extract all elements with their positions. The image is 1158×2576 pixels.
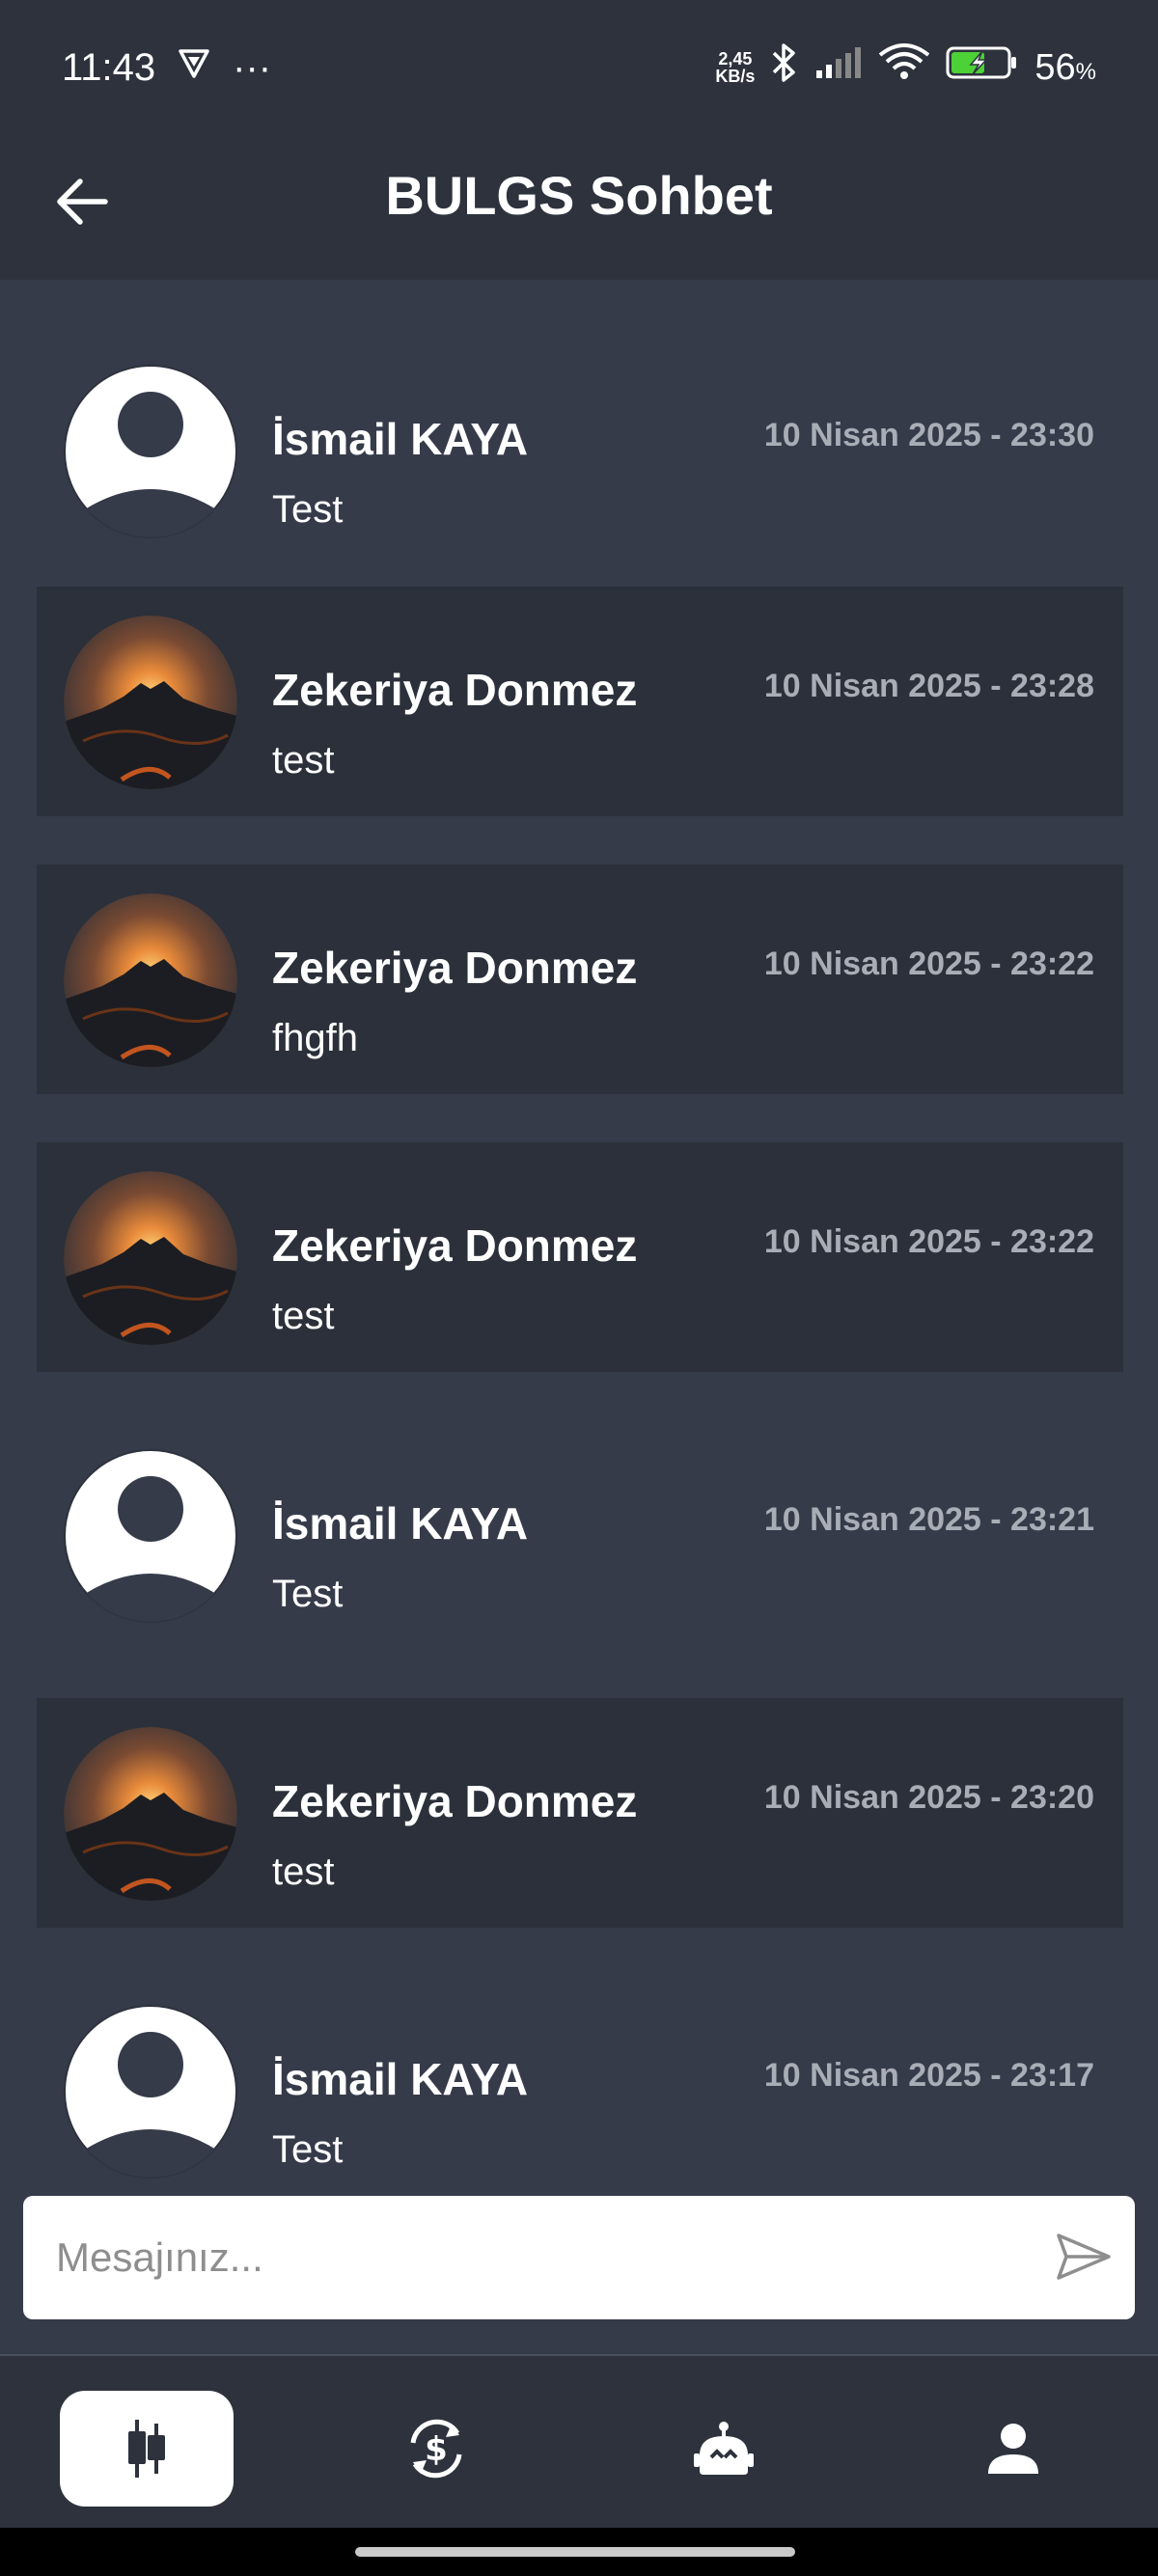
avatar[interactable] (64, 1171, 237, 1345)
net-speed: 2,45 KB/s (715, 50, 755, 85)
send-button[interactable] (1052, 2225, 1116, 2288)
message-composer (23, 2196, 1135, 2319)
message-timestamp: 10 Nisan 2025 - 23:17 (763, 2057, 1094, 2094)
app-header: BULGS Sohbet (0, 135, 1158, 280)
message-text: test (272, 739, 335, 781)
sender-name: İsmail KAYA (272, 1498, 529, 1548)
avatar[interactable] (64, 2005, 237, 2179)
avatar[interactable] (64, 616, 237, 789)
net-speed-value: 2,45 (718, 49, 753, 69)
battery-percent-unit: % (1075, 58, 1096, 85)
message-item[interactable]: Zekeriya Donmez 10 Nisan 2025 - 23:20 test (37, 1698, 1123, 1928)
send-icon (1057, 2233, 1111, 2280)
net-speed-unit: KB/s (715, 67, 756, 86)
avatar[interactable] (64, 1727, 237, 1901)
message-text: Test (272, 488, 344, 531)
avatar[interactable] (64, 1449, 237, 1623)
sender-name: Zekeriya Donmez (272, 943, 638, 993)
page-title: BULGS Sohbet (385, 165, 773, 226)
person-icon (988, 2424, 1038, 2474)
nav-currency-exchange[interactable]: $ (349, 2391, 523, 2507)
message-timestamp: 10 Nisan 2025 - 23:20 (763, 1779, 1094, 1816)
message-text: Test (272, 2128, 344, 2171)
svg-text:$: $ (425, 2430, 448, 2469)
bottom-navigation: $ (0, 2354, 1158, 2528)
message-item[interactable]: Zekeriya Donmez 10 Nisan 2025 - 23:28 test (37, 587, 1123, 816)
message-timestamp: 10 Nisan 2025 - 23:22 (763, 1223, 1094, 1260)
message-text: fhgfh (272, 1017, 358, 1059)
status-left: 11:43 ··· (62, 45, 271, 90)
sender-name: İsmail KAYA (272, 2054, 529, 2104)
gesture-handle[interactable] (355, 2547, 795, 2557)
nav-candlestick-chart[interactable] (60, 2391, 234, 2507)
battery-icon (946, 45, 1019, 90)
cell-signal-icon (814, 45, 863, 90)
sender-name: Zekeriya Donmez (272, 1776, 638, 1826)
status-more: ··· (233, 45, 272, 89)
message-timestamp: 10 Nisan 2025 - 23:22 (763, 945, 1094, 982)
battery-percent-value: 56 (1034, 46, 1076, 88)
nav-robot[interactable] (637, 2391, 811, 2507)
message-text: test (272, 1295, 335, 1337)
battery-percent: 56% (1034, 47, 1096, 89)
sender-name: Zekeriya Donmez (272, 665, 638, 715)
nav-profile[interactable] (926, 2391, 1100, 2507)
status-right: 2,45 KB/s 56% (715, 41, 1096, 94)
message-item[interactable]: İsmail KAYA 10 Nisan 2025 - 23:17 Test (37, 1976, 1123, 2195)
message-timestamp: 10 Nisan 2025 - 23:21 (763, 1501, 1094, 1538)
status-bar: 11:43 ··· 2,45 KB/s 56% (0, 0, 1158, 135)
bluetooth-icon (770, 41, 799, 94)
candlestick-chart-icon (128, 2420, 165, 2478)
message-text: Test (272, 1573, 344, 1615)
vpn-icon (177, 45, 211, 90)
message-item[interactable]: Zekeriya Donmez 10 Nisan 2025 - 23:22 test (37, 1142, 1123, 1372)
message-timestamp: 10 Nisan 2025 - 23:30 (763, 417, 1094, 453)
message-text: test (272, 1850, 335, 1893)
message-item[interactable]: Zekeriya Donmez 10 Nisan 2025 - 23:22 fhgf… (37, 864, 1123, 1094)
sender-name: İsmail KAYA (272, 414, 529, 464)
avatar[interactable] (64, 893, 237, 1067)
message-input[interactable] (56, 2196, 1021, 2319)
currency-exchange-icon: $ (410, 2419, 462, 2479)
message-timestamp: 10 Nisan 2025 - 23:28 (763, 668, 1094, 704)
status-time: 11:43 (62, 45, 156, 89)
wifi-icon (878, 43, 930, 92)
message-list[interactable]: İsmail KAYA 10 Nisan 2025 - 23:30 Test Zeke… (0, 280, 1158, 2195)
robot-icon (694, 2422, 754, 2475)
message-item[interactable]: İsmail KAYA 10 Nisan 2025 - 23:21 Test (37, 1420, 1123, 1650)
message-item[interactable]: İsmail KAYA 10 Nisan 2025 - 23:30 Test (37, 336, 1123, 565)
avatar[interactable] (64, 365, 237, 538)
sender-name: Zekeriya Donmez (272, 1220, 638, 1271)
